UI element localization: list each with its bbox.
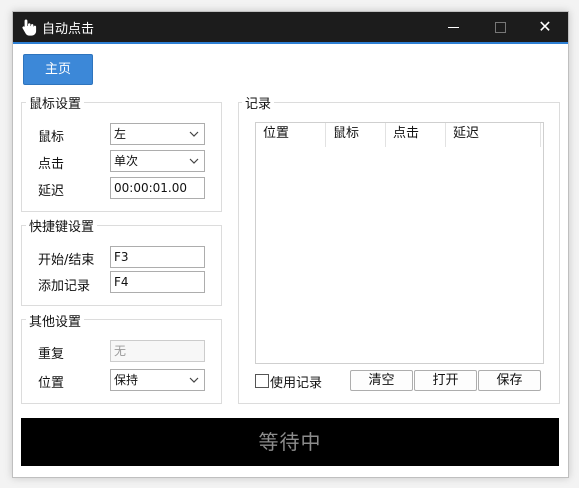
use-records-label[interactable]: 使用记录 [270,372,322,391]
start-stop-hotkey-input[interactable]: F3 [110,246,205,268]
click-type-value: 单次 [114,154,139,168]
column-header-click[interactable]: 点击 [386,123,446,147]
records-list[interactable]: 位置 鼠标 点击 延迟 [255,122,544,364]
add-record-label: 添加记录 [38,279,91,294]
hand-pointer-icon [22,19,37,36]
delay-label: 延迟 [38,184,65,199]
window-title: 自动点击 [42,22,95,37]
other-settings-title: 其他设置 [26,311,85,330]
column-header-mouse[interactable]: 鼠标 [326,123,386,147]
column-header-delay[interactable]: 延迟 [446,123,541,147]
chevron-down-icon [189,377,199,383]
home-button[interactable]: 主页 [23,54,93,85]
title-bar[interactable]: 自动点击 ✕ [13,12,568,42]
position-label: 位置 [38,376,65,391]
position-select[interactable]: 保持 [110,369,205,391]
save-button[interactable]: 保存 [478,370,541,391]
mouse-label: 鼠标 [38,130,65,145]
app-window: 自动点击 ✕ 主页 鼠标设置 鼠标 左 点击 单次 延迟 00:00:01.00… [12,11,569,478]
chevron-down-icon [189,158,199,164]
close-icon: ✕ [538,17,552,36]
delay-input[interactable]: 00:00:01.00 [110,177,205,199]
clear-button[interactable]: 清空 [350,370,413,391]
records-title: 记录 [242,93,275,112]
minimize-button[interactable] [431,12,477,42]
minimize-icon [448,27,459,28]
mouse-button-value: 左 [114,127,127,141]
start-stop-label: 开始/结束 [38,253,95,268]
click-type-select[interactable]: 单次 [110,150,205,172]
status-display: 等待中 [21,418,559,466]
add-record-hotkey-input[interactable]: F4 [110,271,205,293]
repeat-label: 重复 [38,347,65,362]
close-button[interactable]: ✕ [522,12,568,42]
hotkey-settings-title: 快捷键设置 [26,216,98,235]
title-accent-line [13,42,568,44]
maximize-button[interactable] [477,12,523,42]
repeat-input[interactable]: 无 [110,340,205,362]
mouse-settings-title: 鼠标设置 [26,93,85,112]
column-header-position[interactable]: 位置 [256,123,326,147]
maximize-icon [495,22,506,33]
position-value: 保持 [114,373,139,387]
open-button[interactable]: 打开 [414,370,477,391]
chevron-down-icon [189,131,199,137]
click-label: 点击 [38,157,65,172]
mouse-button-select[interactable]: 左 [110,123,205,145]
use-records-checkbox[interactable] [255,374,269,388]
